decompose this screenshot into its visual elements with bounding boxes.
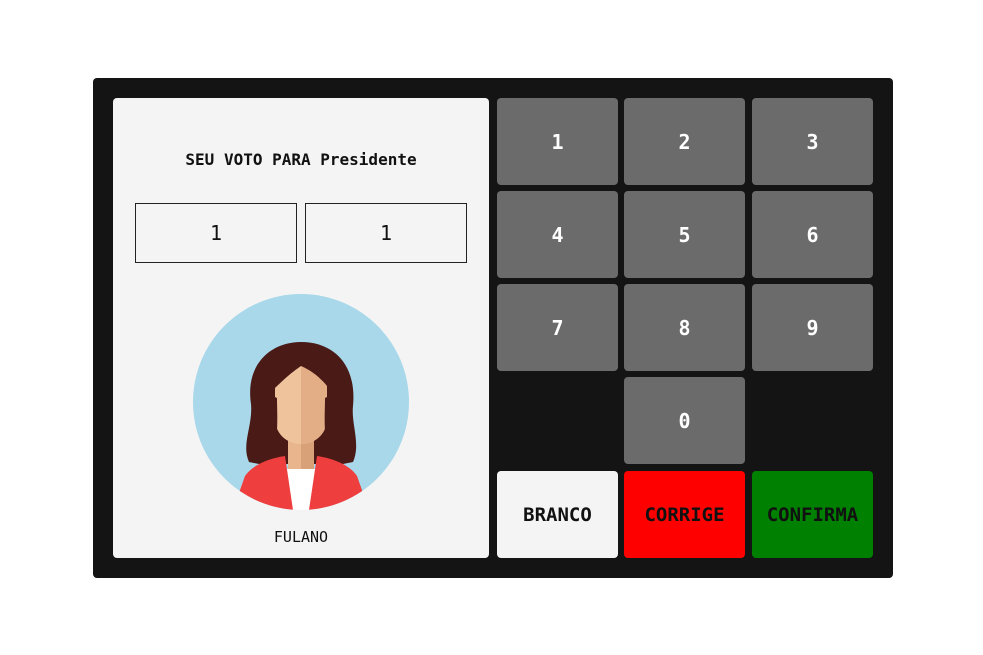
key-2[interactable]: 2	[624, 98, 745, 185]
branco-button[interactable]: BRANCO	[497, 471, 618, 558]
confirma-button[interactable]: CONFIRMA	[752, 471, 873, 558]
voting-screen: SEU VOTO PARA Presidente 1 1 FULANO	[113, 98, 489, 558]
key-7[interactable]: 7	[497, 284, 618, 371]
digit-box-1: 1	[135, 203, 297, 263]
key-5[interactable]: 5	[624, 191, 745, 278]
corrige-button[interactable]: CORRIGE	[624, 471, 745, 558]
woman-avatar-icon	[193, 294, 409, 510]
key-6[interactable]: 6	[752, 191, 873, 278]
key-4[interactable]: 4	[497, 191, 618, 278]
vote-title: SEU VOTO PARA Presidente	[185, 150, 417, 169]
candidate-name: FULANO	[273, 528, 329, 546]
digit-box-2: 1	[305, 203, 467, 263]
key-1[interactable]: 1	[497, 98, 618, 185]
key-9[interactable]: 9	[752, 284, 873, 371]
voting-machine: SEU VOTO PARA Presidente 1 1 FULANO 1 2 …	[93, 78, 893, 578]
key-3[interactable]: 3	[752, 98, 873, 185]
key-8[interactable]: 8	[624, 284, 745, 371]
key-0[interactable]: 0	[624, 377, 745, 464]
candidate-photo	[193, 294, 409, 510]
